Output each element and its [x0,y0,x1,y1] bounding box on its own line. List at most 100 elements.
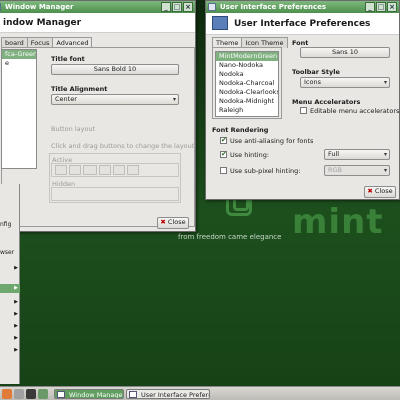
wm-title: Window Manager [5,3,74,11]
close-icon: ✖ [367,187,373,195]
window-icon [0,3,1,11]
uip-header: User Interface Preferences [206,13,399,35]
theme-item[interactable]: MintModernGreen [216,52,278,61]
uip-header-title: User Interface Preferences [234,19,371,29]
wm-header: indow Manager [0,13,195,33]
title-alignment-value: Center [55,95,77,103]
subpixel-label: Use sub-pixel hinting: [230,167,301,175]
files-icon[interactable] [14,389,24,399]
close-icon: ✖ [160,218,166,226]
chevron-down-icon: ▾ [383,151,387,158]
chevron-down-icon: ▾ [172,96,176,103]
close-button-label: Close [374,187,393,195]
close-icon[interactable]: × [183,2,193,12]
menu-accelerators-label: Menu Accelerators [292,98,361,106]
desktop-tagline: from freedom came elegance [178,233,282,241]
minimize-button[interactable]: _ [365,2,375,12]
theme-list[interactable]: fca-Green e [1,49,37,169]
close-button[interactable]: ✖ Close [157,217,189,229]
editable-accelerators-checkbox[interactable] [300,107,307,114]
antialiasing-checkbox[interactable] [220,136,227,144]
layout-button-icon [69,165,81,175]
uip-titlebar[interactable]: User Interface Preferences _ □ × [206,1,399,13]
wm-titlebar[interactable]: Window Manager _ □ × [0,1,195,13]
side-menu: nfig wser ▶ ▶ ▶ ▶ ▶ ▶ ▶ [0,184,20,384]
minimize-button[interactable]: _ [161,2,171,12]
show-desktop-icon[interactable] [38,389,48,399]
theme-item[interactable]: Nano-Nodoka [216,61,278,70]
close-icon[interactable]: × [387,2,397,12]
maximize-button[interactable]: □ [376,2,386,12]
chevron-right-icon: ▶ [14,285,18,291]
title-alignment-label: Title Alignment [51,85,108,93]
terminal-icon[interactable] [26,389,36,399]
layout-button-icon [55,165,67,175]
menu-item[interactable]: ▶ [0,322,20,331]
toolbar-style-select[interactable]: Icons ▾ [300,77,390,88]
theme-item[interactable]: Nodoka-Midnight [216,97,278,106]
menu-item[interactable]: ▶ [0,264,20,273]
list-item[interactable]: e [2,59,36,68]
title-font-button[interactable]: Sans Bold 10 [51,64,179,75]
theme-item[interactable]: Nodoka-Charcoal [216,79,278,88]
font-rendering-label: Font Rendering [212,126,269,134]
chevron-down-icon: ▾ [383,167,387,174]
toolbar-style-label: Toolbar Style [292,68,340,76]
subpixel-checkbox[interactable] [220,167,227,174]
user-interface-preferences-window: User Interface Preferences _ □ × User In… [205,0,400,200]
editable-accelerators-label: Editable menu accelerators [310,107,400,115]
hinting-checkbox[interactable] [220,150,227,158]
firefox-icon[interactable] [2,389,12,399]
toolbar-style-value: Icons [304,78,321,86]
menu-item[interactable]: ▶ [0,346,20,355]
window-manager-window: Window Manager _ □ × indow Manager board… [0,0,196,232]
chevron-right-icon: ▶ [14,299,18,305]
theme-item[interactable]: Nodoka [216,70,278,79]
task-user-interface-preferences[interactable]: User Interface Prefere... [126,389,210,399]
theme-item[interactable]: Raleigh [216,106,278,115]
menu-item[interactable]: ▶ [0,334,20,343]
hinting-select[interactable]: Full ▾ [324,149,390,160]
maximize-button[interactable]: □ [172,2,182,12]
subpixel-select: RGB ▾ [324,165,390,176]
chevron-right-icon: ▶ [14,347,18,353]
layout-button-icon [113,165,125,175]
menu-item[interactable]: ▶ [0,310,20,319]
close-button[interactable]: ✖ Close [364,186,396,198]
uip-title: User Interface Preferences [220,3,327,11]
menu-item[interactable]: ▶ [0,298,20,307]
task-window-manager[interactable]: Window Manager [54,389,124,399]
close-button-label: Close [167,218,186,226]
title-font-label: Title font [51,55,85,63]
button-layout-hint: Click and drag buttons to change the lay… [51,142,195,150]
font-button[interactable]: Sans 10 [300,47,390,58]
list-item[interactable]: fca-Green [2,50,36,59]
hidden-row [51,187,179,201]
subpixel-value: RGB [328,166,343,174]
chevron-down-icon: ▾ [383,79,387,86]
task-label: Window Manager [69,391,124,399]
button-layout-label: Button layout [51,125,96,133]
menu-item[interactable]: nfig [0,220,20,229]
chevron-right-icon: ▶ [14,323,18,329]
chevron-right-icon: ▶ [14,311,18,317]
chevron-right-icon: ▶ [14,335,18,341]
hinting-value: Full [328,150,340,158]
mint-watermark: mint [292,202,384,242]
title-alignment-select[interactable]: Center ▾ [51,94,179,105]
preferences-icon [212,16,228,30]
font-label: Font [292,39,309,47]
menu-item[interactable]: wser [0,248,20,257]
chevron-right-icon: ▶ [14,265,18,271]
taskbar: Window Manager User Interface Prefere... [0,386,400,400]
wm-header-title: indow Manager [3,18,82,28]
window-icon [208,3,216,11]
theme-list[interactable]: MintModernGreen Nano-Nodoka Nodoka Nodok… [215,51,279,117]
antialiasing-label: Use anti-aliasing for fonts [230,137,314,145]
window-icon [57,391,65,398]
theme-item[interactable]: Nodoka-Clearlooks [216,88,278,97]
layout-title-icon [83,165,97,175]
window-icon [129,391,137,398]
hinting-label: Use hinting: [230,151,270,159]
menu-item-highlighted[interactable]: ▶ [0,284,20,293]
